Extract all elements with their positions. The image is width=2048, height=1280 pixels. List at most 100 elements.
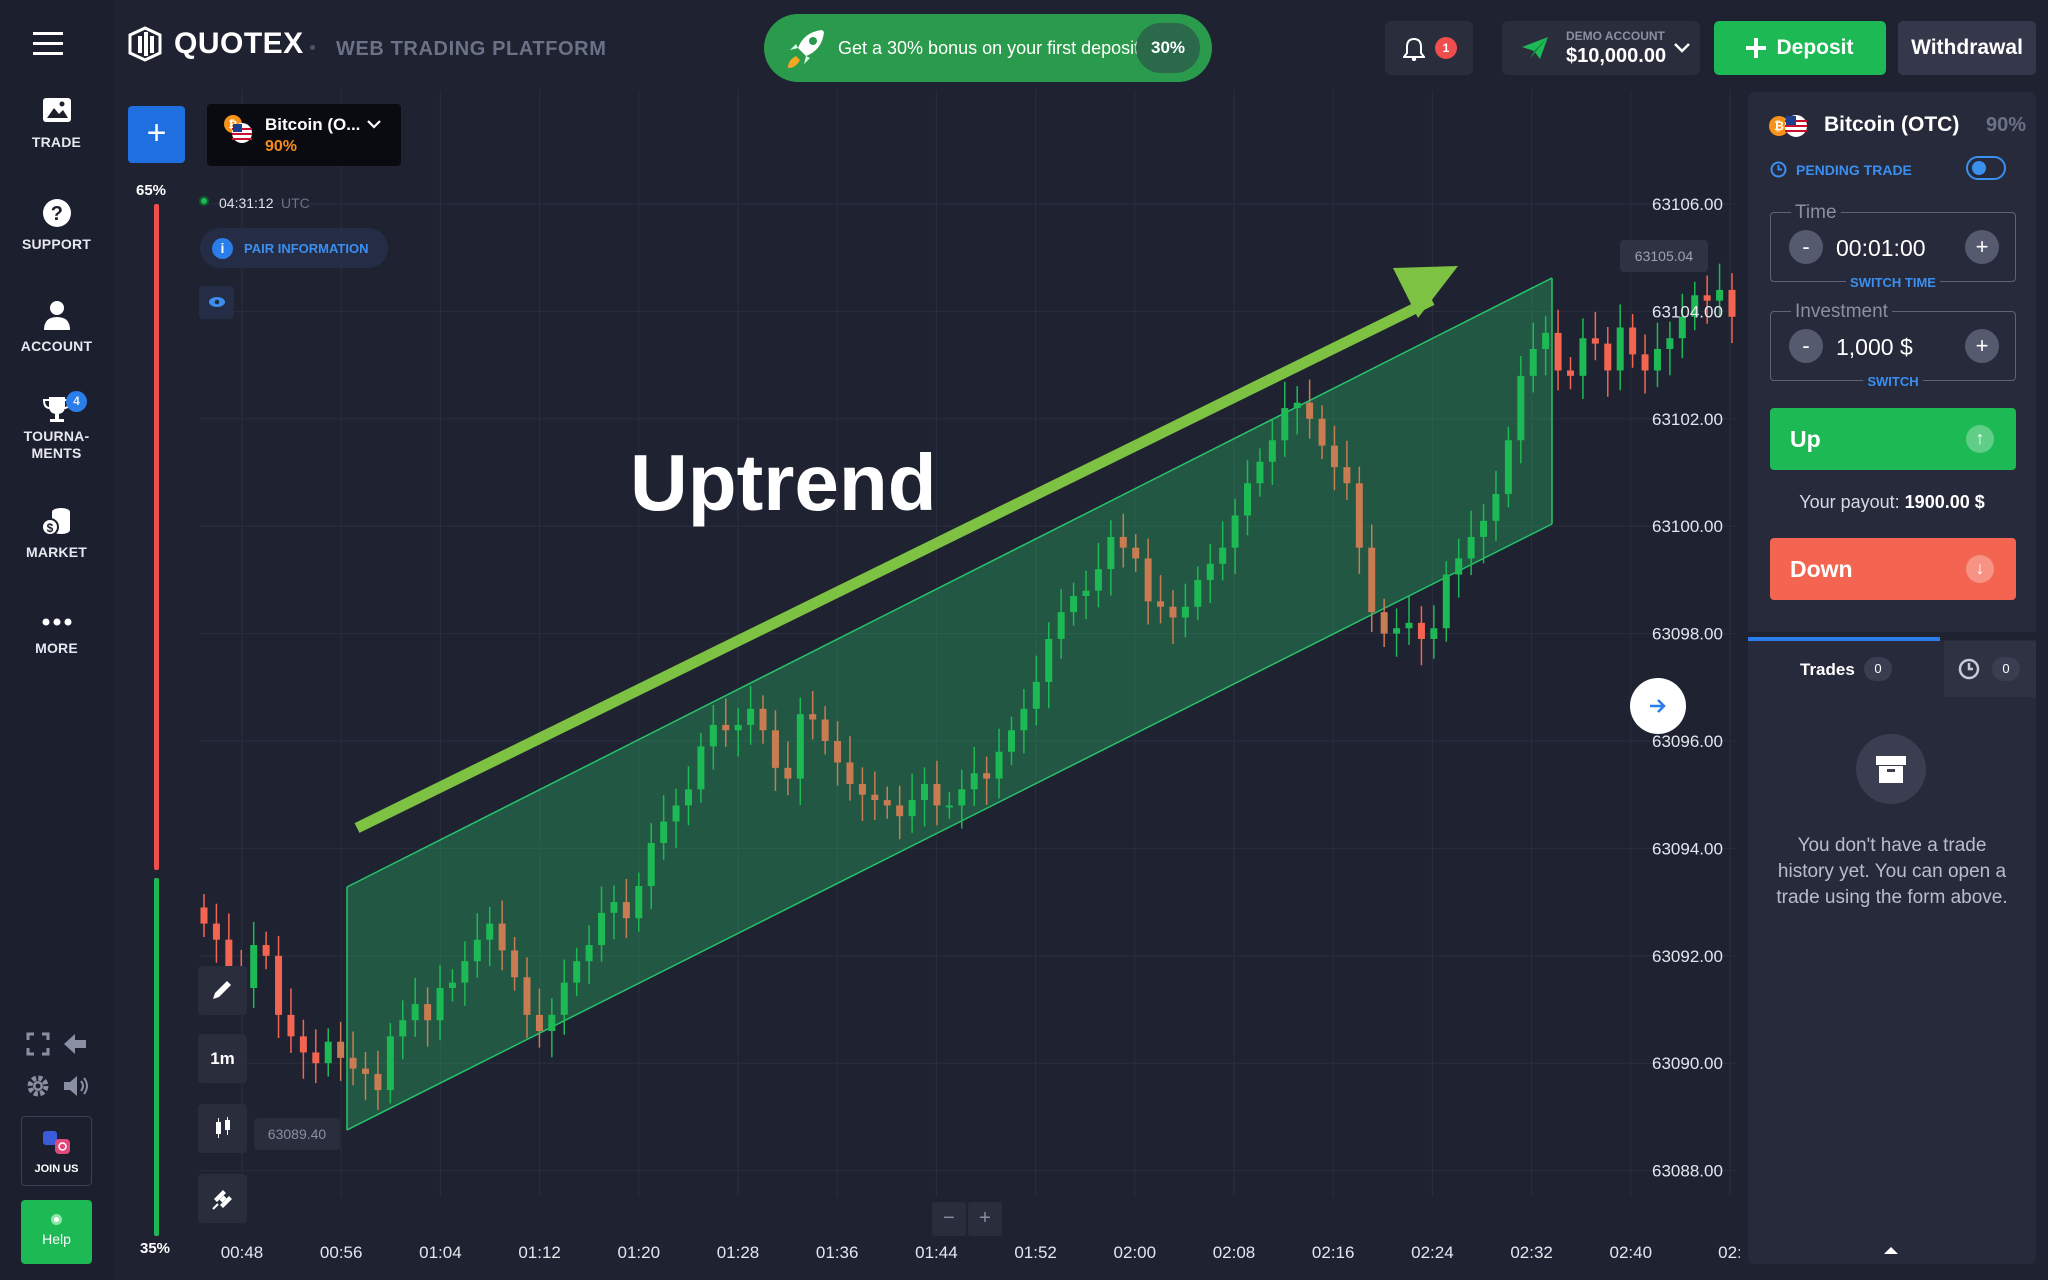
sentiment-up-bar <box>154 878 159 1236</box>
online-dot-icon <box>51 1214 62 1225</box>
brand-name: QUOTEX <box>174 27 304 60</box>
sidebar-item-support[interactable]: ? SUPPORT <box>0 198 113 252</box>
social-icon <box>42 1131 70 1154</box>
x-tick-label: 02:08 <box>1213 1243 1256 1262</box>
scroll-to-latest-button[interactable] <box>1630 678 1686 734</box>
candle <box>262 931 270 970</box>
account-selector[interactable]: DEMO ACCOUNT $10,000.00 <box>1502 21 1700 75</box>
pair-information-button[interactable]: i PAIR INFORMATION <box>200 228 388 268</box>
tab-pending[interactable]: 0 <box>1944 641 2036 697</box>
investment-plus-button[interactable]: + <box>1965 329 1999 363</box>
chevron-down-icon <box>1674 43 1690 53</box>
time-plus-button[interactable]: + <box>1965 230 1999 264</box>
asset-payout: 90% <box>265 138 298 155</box>
user-icon <box>43 301 70 330</box>
switch-label: SWITCH <box>1863 374 1923 389</box>
empty-trades-message: You don't have a trade history yet. You … <box>1748 833 2036 911</box>
zoom-out-button[interactable]: − <box>932 1202 966 1236</box>
candle <box>1629 314 1637 368</box>
notifications-button[interactable]: 1 <box>1385 21 1473 75</box>
drawing-tool-button[interactable] <box>198 966 247 1015</box>
x-tick-label: 02:16 <box>1312 1243 1355 1262</box>
indicators-button[interactable] <box>198 1174 247 1223</box>
y-tick-label: 63100.00 <box>1652 517 1723 536</box>
fullscreen-icon[interactable] <box>26 1032 50 1061</box>
plus-icon <box>1746 38 1767 58</box>
add-chart-button[interactable]: + <box>128 106 185 163</box>
brand-logo[interactable]: QUOTEX <box>126 26 304 62</box>
up-button[interactable]: Up ↑ <box>1770 408 2016 470</box>
timeframe-button[interactable]: 1m <box>198 1034 247 1083</box>
y-tick-label: 63094.00 <box>1652 839 1723 858</box>
empty-text-line: You don't have a trade <box>1797 835 1987 856</box>
sidebar-item-market[interactable]: $ MARKET <box>0 506 113 560</box>
sidebar-item-label: MORE <box>35 640 78 656</box>
tournaments-badge: 4 <box>66 391 87 412</box>
tab-trades[interactable]: Trades 0 <box>1748 641 1940 697</box>
price-chart[interactable]: 63106.00 63104.00 63102.00 63100.00 63098.00… <box>0 0 1740 1280</box>
menu-icon[interactable] <box>33 32 63 61</box>
zoom-in-button[interactable]: + <box>968 1202 1002 1236</box>
y-tick-label: 63098.00 <box>1652 625 1723 644</box>
sidebar-item-label: ACCOUNT <box>20 338 93 354</box>
bonus-banner[interactable]: Get a 30% bonus on your first deposit 30… <box>764 14 1212 82</box>
sidebar-item-account[interactable]: ACCOUNT <box>0 300 113 354</box>
trades-tab-label: Trades <box>1800 660 1855 679</box>
panel-asset-name: Bitcoin (OTC) <box>1824 113 1960 136</box>
time-value: 00:01:00 <box>1836 235 1926 261</box>
visibility-toggle[interactable] <box>199 286 234 319</box>
candle <box>275 935 283 1038</box>
y-tick-label: 63092.00 <box>1652 947 1723 966</box>
chevron-up-icon[interactable] <box>1884 1246 1898 1254</box>
asset-selector[interactable]: ₿ Bitcoin (O... 90% <box>207 104 401 166</box>
join-us-button[interactable]: JOIN US <box>21 1116 92 1186</box>
y-tick-label: 63106.00 <box>1652 195 1723 214</box>
payout-label: Your payout: <box>1799 492 1900 512</box>
withdrawal-button[interactable]: Withdrawal <box>1898 21 2036 75</box>
switch-currency-link[interactable]: SWITCH <box>1771 374 2015 389</box>
down-label: Down <box>1790 556 1853 582</box>
account-label: DEMO ACCOUNT <box>1566 29 1665 43</box>
dots-icon <box>42 618 71 626</box>
chart-type-button[interactable] <box>198 1104 247 1153</box>
account-balance: $10,000.00 <box>1566 45 1667 67</box>
x-tick-label: 02:40 <box>1610 1243 1653 1262</box>
deposit-button[interactable]: Deposit <box>1714 21 1886 75</box>
switch-time-link[interactable]: SWITCH TIME <box>1771 275 2015 290</box>
gear-icon[interactable] <box>26 1074 50 1103</box>
current-price-label: 63105.04 <box>1620 240 1708 272</box>
investment-minus-button[interactable]: - <box>1789 329 1823 363</box>
x-tick-label: 00:56 <box>320 1243 363 1262</box>
sidebar-item-label: SUPPORT <box>21 236 92 252</box>
x-tick-label: 01:20 <box>618 1243 661 1262</box>
pencil-icon <box>213 981 231 999</box>
panel-payout: 90% <box>1986 114 2027 136</box>
start-price-label: 63089.40 <box>254 1118 340 1150</box>
live-dot-icon <box>199 196 209 206</box>
help-button[interactable]: Help <box>21 1200 92 1264</box>
arrow-right-icon <box>1650 699 1666 713</box>
investment-field[interactable]: Investment - 1,000 $ + SWITCH <box>1770 301 2016 389</box>
candles-icon <box>216 1117 230 1138</box>
help-label: Help <box>42 1231 71 1247</box>
time-field[interactable]: Time - 00:01:00 + SWITCH TIME <box>1770 202 2016 290</box>
sidebar-item-tournaments[interactable]: TOURNA- MENTS 4 <box>0 391 113 462</box>
time-minus-button[interactable]: - <box>1789 230 1823 264</box>
sound-icon[interactable] <box>62 1074 90 1103</box>
server-time: 04:31:12 <box>219 195 274 211</box>
sidebar-item-trade[interactable]: TRADE <box>0 96 113 150</box>
candle <box>1393 608 1401 657</box>
pending-trade-toggle[interactable] <box>1966 156 2006 180</box>
bonus-percent: 30% <box>1136 23 1200 73</box>
sidebar-item-more[interactable]: MORE <box>0 612 113 656</box>
back-arrow-icon[interactable] <box>62 1032 88 1061</box>
join-us-label: JOIN US <box>34 1163 79 1175</box>
sentiment-down-bar <box>154 204 159 870</box>
candle <box>1641 334 1649 394</box>
bell-icon <box>1403 37 1425 61</box>
trades-count-badge: 0 <box>1864 657 1892 681</box>
down-button[interactable]: Down ↓ <box>1770 538 2016 600</box>
svg-text:₿: ₿ <box>1774 119 1784 133</box>
sentiment-down-percent: 35% <box>140 1240 171 1257</box>
info-icon: i <box>212 238 233 259</box>
